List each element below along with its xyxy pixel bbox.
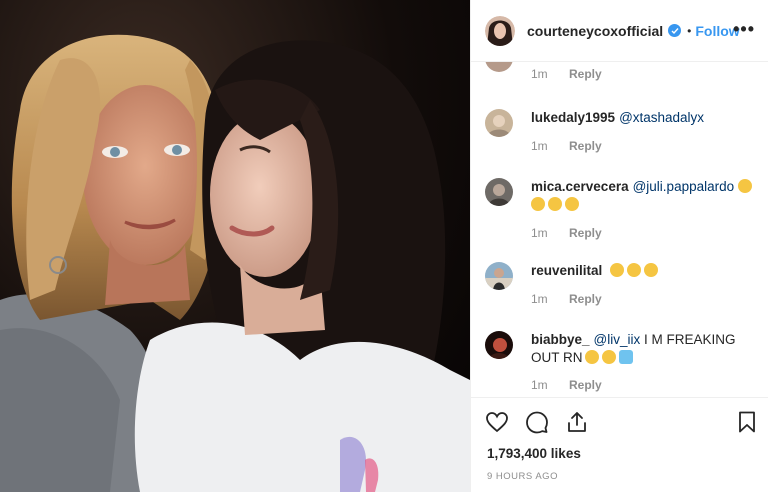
- instagram-post: courteneycoxofficial • Follow ••• 1m Rep…: [0, 0, 768, 492]
- emoji-icon: [584, 350, 599, 364]
- comment-time: 1m: [531, 292, 548, 306]
- reply-button[interactable]: Reply: [569, 292, 602, 306]
- reply-button[interactable]: Reply: [569, 139, 602, 153]
- heart-icon[interactable]: [485, 410, 509, 439]
- post-photo[interactable]: [0, 0, 470, 492]
- comment-username[interactable]: mica.cervecera: [531, 179, 629, 194]
- post-header: courteneycoxofficial • Follow •••: [471, 0, 768, 62]
- comment-meta: 1m Reply: [531, 226, 602, 240]
- comment-avatar[interactable]: [485, 178, 513, 206]
- comment-time: 1m: [531, 226, 548, 240]
- separator-dot: •: [687, 23, 692, 38]
- post-actions: 1,793,400 likes 9 HOURS AGO: [471, 397, 768, 492]
- comment-body: biabbye_ @liv_iix I M FREAKING OUT RN: [531, 331, 757, 367]
- comment-mention[interactable]: @liv_iix: [594, 332, 644, 347]
- comment-body: lukedaly1995 @xtashadalyx: [531, 109, 757, 127]
- reply-button[interactable]: Reply: [569, 67, 602, 81]
- emoji-icon: [644, 263, 659, 277]
- comment-avatar[interactable]: [485, 109, 513, 137]
- likes-count[interactable]: 1,793,400 likes: [487, 446, 581, 461]
- emoji-icon: [610, 263, 625, 277]
- comment-mention[interactable]: @xtashadalyx: [619, 110, 704, 125]
- emoji-icon: [531, 197, 545, 211]
- comment-username[interactable]: lukedaly1995: [531, 110, 615, 125]
- emoji-icon: [618, 350, 633, 364]
- share-icon[interactable]: [565, 410, 589, 439]
- comment-avatar[interactable]: [485, 331, 513, 359]
- emoji-icon: [627, 263, 642, 277]
- comments-list[interactable]: 1m Reply lukedaly1995 @xtashadalyx 1m Rep…: [471, 62, 768, 396]
- emoji-icon: [548, 197, 562, 211]
- reply-button[interactable]: Reply: [569, 226, 602, 240]
- comment-body: mica.cervecera @juli.pappalardo: [531, 178, 757, 214]
- emoji-icon: [737, 179, 752, 193]
- photo-illustration: [0, 34, 470, 492]
- comment-meta: 1m Reply: [531, 139, 602, 153]
- comment-avatar[interactable]: [485, 62, 513, 72]
- emoji-icon: [601, 350, 616, 364]
- comment-time: 1m: [531, 67, 548, 81]
- comment-mention[interactable]: @juli.pappalardo: [633, 179, 738, 194]
- bookmark-icon[interactable]: [735, 410, 759, 439]
- comment-avatar[interactable]: [485, 262, 513, 290]
- comment-meta: 1m Reply: [531, 67, 602, 81]
- comment-meta: 1m Reply: [531, 292, 602, 306]
- profile-username[interactable]: courteneycoxofficial: [527, 23, 663, 39]
- comment-time: 1m: [531, 378, 548, 392]
- profile-avatar[interactable]: [485, 15, 515, 46]
- comment-username[interactable]: biabbye_: [531, 332, 590, 347]
- reply-button[interactable]: Reply: [569, 378, 602, 392]
- more-options-icon[interactable]: •••: [733, 20, 755, 38]
- post-timestamp[interactable]: 9 HOURS AGO: [487, 471, 558, 482]
- post-side-panel: courteneycoxofficial • Follow ••• 1m Rep…: [470, 0, 768, 492]
- verified-badge-icon: [668, 24, 682, 37]
- comment-time: 1m: [531, 139, 548, 153]
- comment-username[interactable]: reuvenilital: [531, 263, 602, 278]
- comment-body: reuvenilital: [531, 262, 757, 280]
- comment-icon[interactable]: [525, 410, 549, 439]
- emoji-icon: [565, 197, 579, 211]
- comment-meta: 1m Reply: [531, 378, 602, 392]
